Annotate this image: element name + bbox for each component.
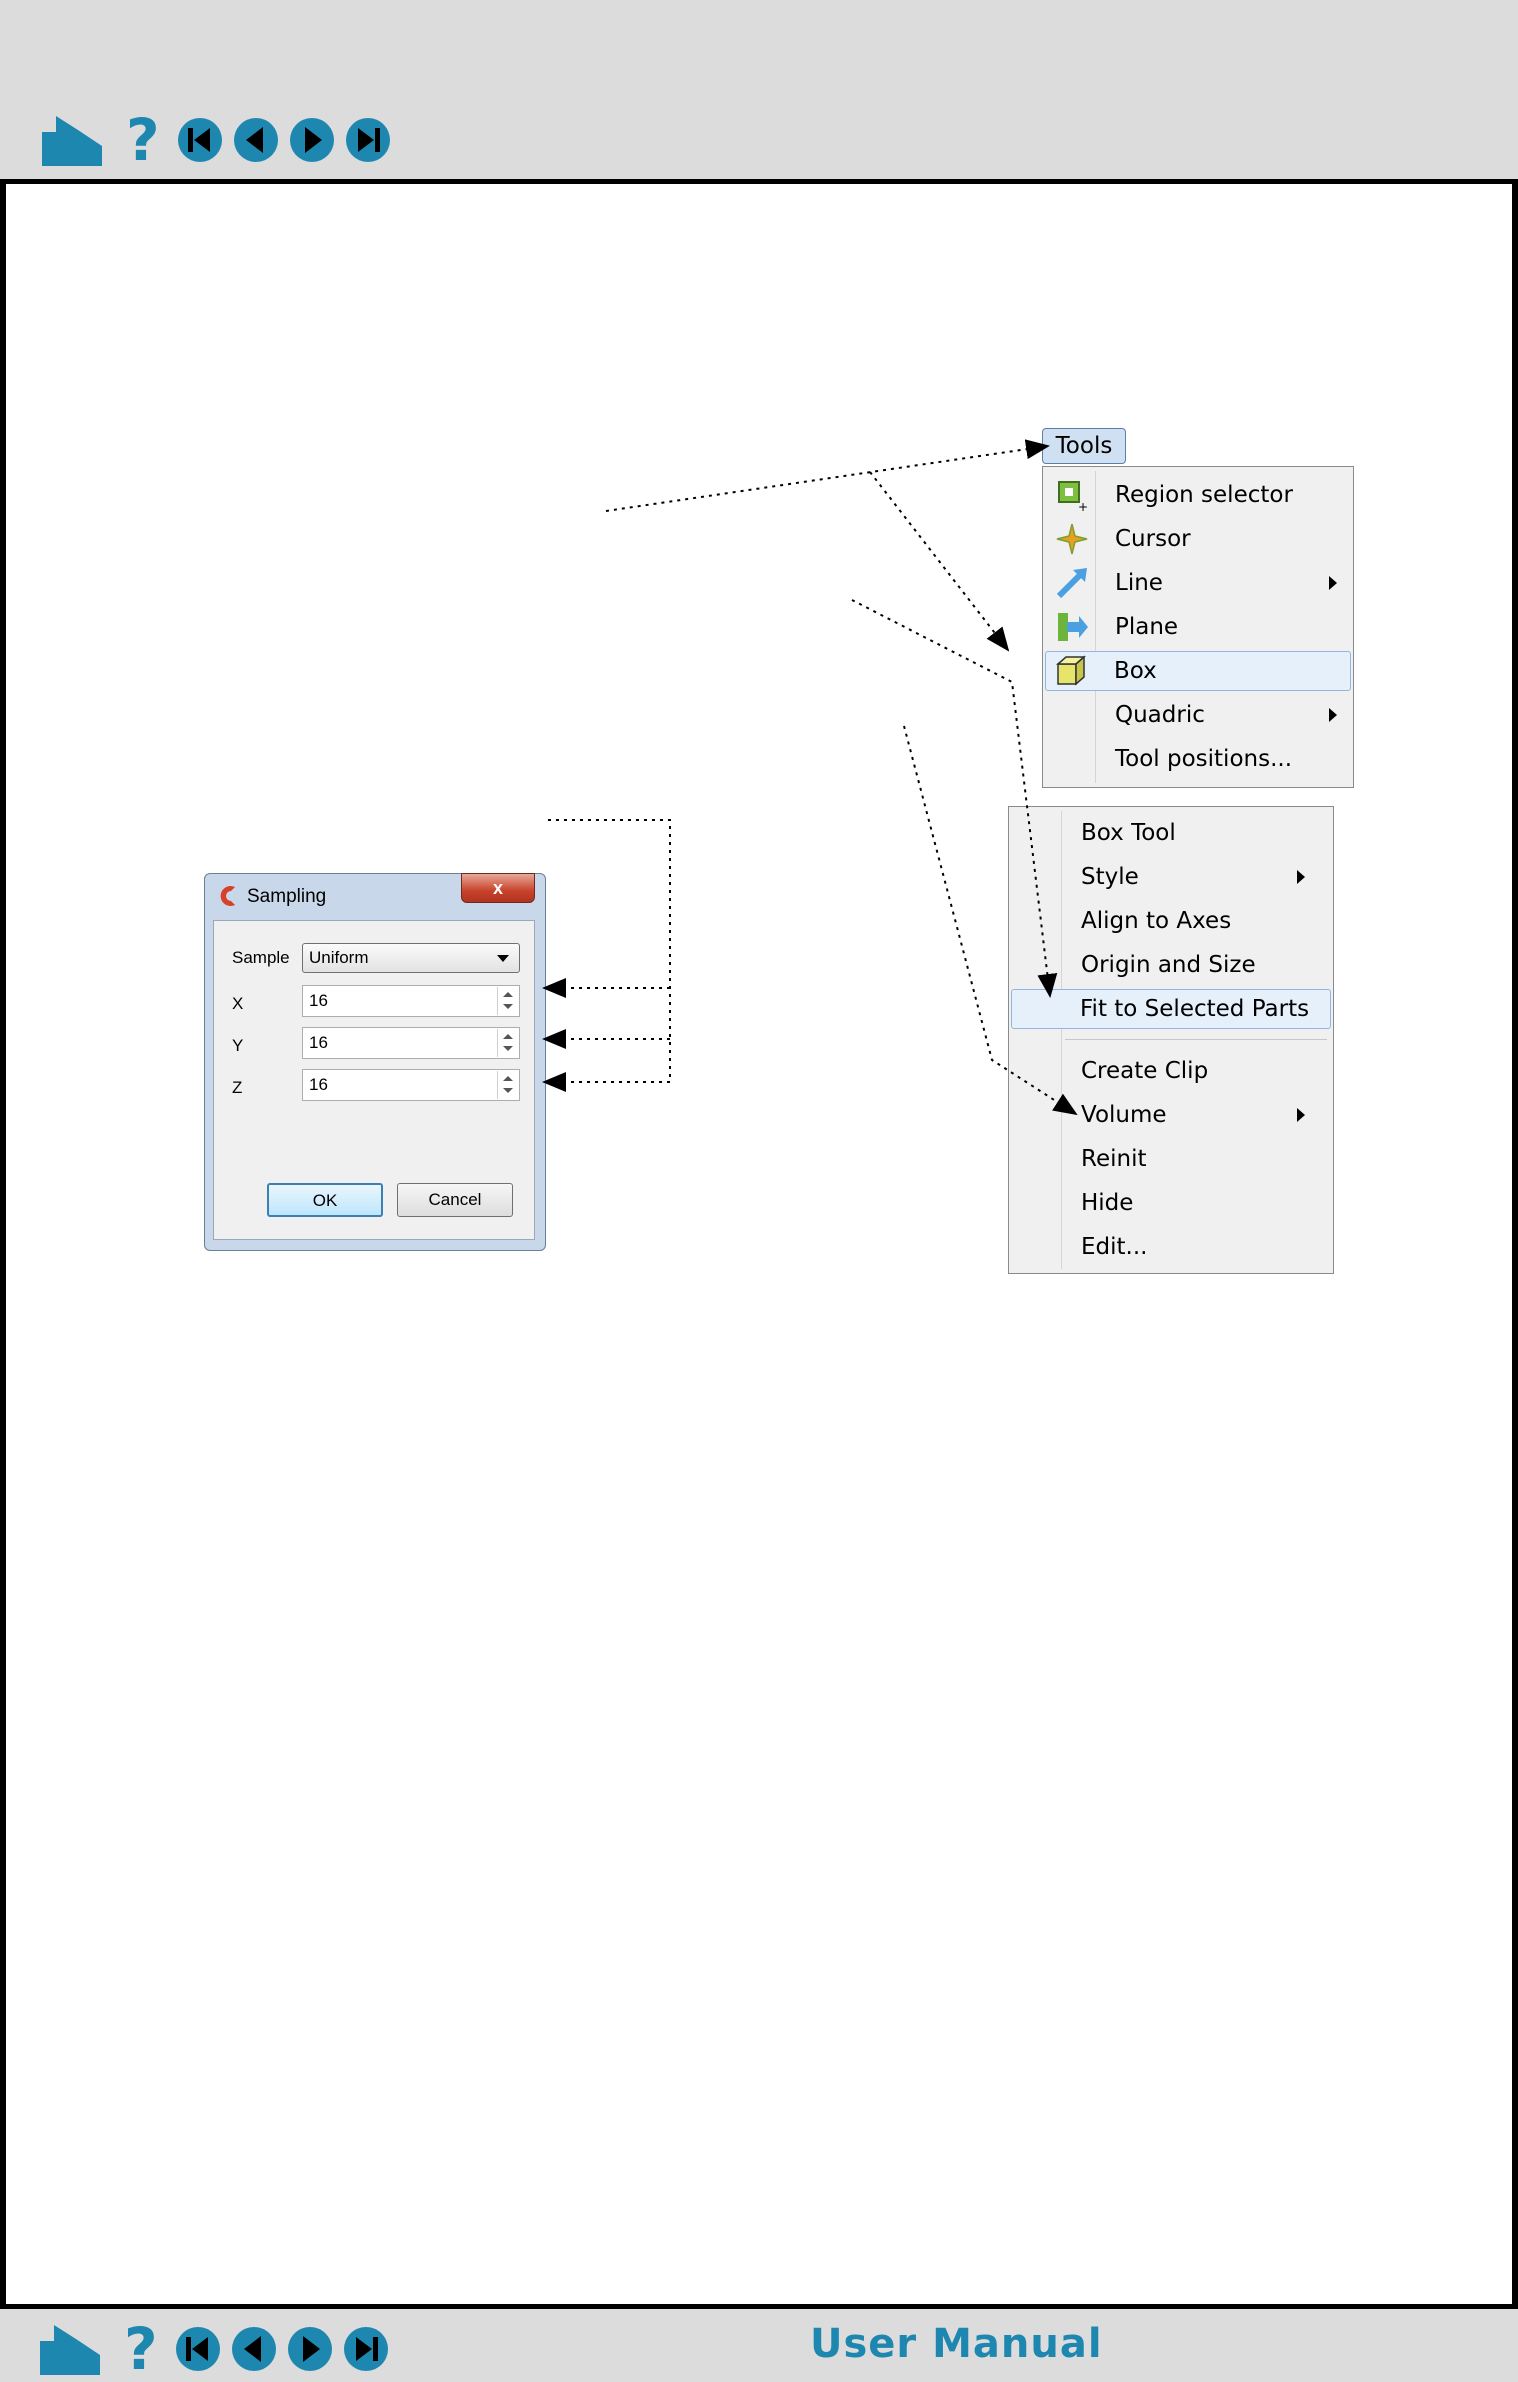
callout-arrow-volume <box>903 725 1078 1116</box>
callout-bracket <box>548 819 671 1082</box>
first-page-icon[interactable] <box>174 2325 222 2373</box>
callout-arrow-box <box>869 471 1010 652</box>
callout-arrows <box>542 439 1078 1116</box>
callout-arrow-tools <box>605 439 1050 512</box>
footer-bar: ? User Manual <box>0 2304 1518 2382</box>
help-icon[interactable]: ? <box>120 2321 164 2377</box>
previous-page-icon[interactable] <box>230 2325 278 2373</box>
callout-arrow-fit-to-selected-parts <box>851 599 1058 998</box>
last-page-icon[interactable] <box>342 2325 390 2373</box>
home-icon[interactable] <box>36 2321 104 2377</box>
footer-title: User Manual <box>810 2321 1103 2367</box>
svg-text:?: ? <box>124 2321 158 2377</box>
next-page-icon[interactable] <box>286 2325 334 2373</box>
footer-nav: ? <box>36 2321 398 2377</box>
